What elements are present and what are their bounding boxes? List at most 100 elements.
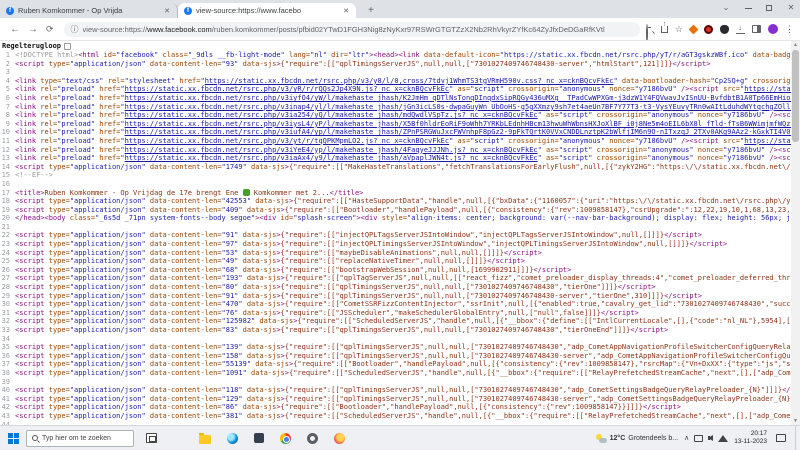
source-link[interactable]: https://static.xx.fbcdn.net/rsrc.php/v3/… — [125, 137, 450, 145]
show-desktop-strip[interactable] — [795, 426, 798, 450]
line-number: 12 — [0, 146, 15, 155]
line-number: 31 — [0, 309, 15, 318]
page-info-icon[interactable]: ⓘ — [71, 24, 79, 35]
vertical-scrollbar[interactable]: ▲ ▼ — [791, 41, 800, 425]
source-link[interactable]: https://static.xx.fbcdn.net/rsrc.php/v3i… — [125, 120, 800, 128]
code-line: 18<script type="application/json" data-c… — [0, 197, 800, 206]
line-number: 7 — [0, 103, 15, 112]
source-link[interactable]: https://static.xx.fbcdn.net/rsrc.php/v3i… — [125, 103, 800, 111]
tab-facebook-post[interactable]: f Ruben Komkommer - Op Vrijda ✕ — [0, 3, 178, 18]
line-number: 37 — [0, 360, 15, 369]
code-line: 4<link type="text/css" rel="stylesheet" … — [0, 77, 800, 86]
code-line: 34 — [0, 335, 800, 344]
code-line: 1<!DOCTYPE html><html id="facebook" clas… — [0, 51, 800, 60]
forward-button[interactable]: → — [28, 24, 38, 35]
start-button[interactable] — [0, 433, 26, 444]
line-number: 39 — [0, 378, 15, 387]
downloads-icon[interactable]: ↓ — [736, 25, 745, 34]
page-content: Regelterugloop 1<!DOCTYPE html><html id=… — [0, 40, 800, 425]
line-number: 25 — [0, 257, 15, 266]
tray-expand-chevron-icon[interactable]: ∧ — [684, 434, 689, 442]
share-icon[interactable] — [661, 26, 668, 33]
zoom-indicator-icon[interactable] — [646, 25, 654, 33]
code-line: 14<script type="application/json" data-c… — [0, 163, 800, 172]
reload-button[interactable]: ⟳ — [46, 24, 54, 35]
line-number: 26 — [0, 266, 15, 275]
source-link[interactable]: https://static.xx.fbcdn.net/rsrc.php/v3i… — [125, 94, 800, 102]
line-number: 27 — [0, 274, 15, 283]
source-link[interactable]: https://static.xx.fbcdn.net/rsrc.php/v3i… — [125, 111, 538, 119]
code-line: 38<script type="application/json" data-c… — [0, 369, 800, 378]
line-wrap-checkbox[interactable] — [64, 43, 71, 50]
new-tab-button[interactable]: + — [364, 4, 378, 18]
bookmark-star-icon[interactable]: ☆ — [675, 25, 683, 34]
code-line: 24<script type="application/json" data-c… — [0, 249, 800, 258]
code-line: 41<script type="application/json" data-c… — [0, 395, 800, 404]
chrome-icon[interactable] — [280, 433, 291, 444]
weather-condition: Grotendeels b... — [628, 435, 678, 442]
scrollbar-thumb[interactable] — [792, 50, 799, 142]
line-number: 18 — [0, 197, 15, 206]
edge-browser-icon[interactable] — [227, 433, 238, 444]
minimize-button[interactable] — [745, 8, 752, 9]
code-line: 23<script type="application/json" data-c… — [0, 240, 800, 249]
dark-app-icon[interactable] — [254, 433, 264, 443]
task-view-icon[interactable] — [146, 433, 157, 443]
scroll-down-arrow-icon[interactable]: ▼ — [791, 417, 800, 425]
line-number: 14 — [0, 163, 15, 172]
url-text: view-source:https://www.facebook.com/rub… — [83, 25, 605, 34]
line-number: 22 — [0, 231, 15, 240]
code-line: 40<script type="application/json" data-c… — [0, 386, 800, 395]
source-link[interactable]: https://static.xx.fbcdn.net/rsrc.php/v3/… — [205, 77, 614, 85]
menu-kebab-icon[interactable]: ⋮ — [785, 24, 794, 35]
network-tray-icon[interactable] — [718, 435, 728, 442]
code-line: 5<link rel="preload" href="https://stati… — [0, 85, 800, 94]
source-link[interactable]: https://static.xx.fbcdn.net/rsrc.php/v3/… — [125, 85, 450, 93]
toolbar-icons: ☆ ↓ ⋮ — [646, 24, 794, 35]
tab-search-chevron-icon[interactable]: ⌄ — [721, 0, 731, 16]
code-line: 29<script type="application/json" data-c… — [0, 292, 800, 301]
tab-close-icon[interactable]: ✕ — [342, 7, 350, 15]
back-button[interactable]: ← — [10, 24, 20, 35]
file-explorer-icon[interactable] — [199, 435, 211, 444]
line-number: 21 — [0, 223, 15, 232]
line-number: 34 — [0, 335, 15, 344]
extension-red-circle-icon[interactable] — [704, 25, 713, 34]
maximize-button[interactable] — [766, 5, 772, 11]
code-line: 12<link rel="preload" href="https://stat… — [0, 146, 800, 155]
taskbar-clock[interactable]: 20:17 13-11-2023 — [734, 430, 767, 446]
code-line: 36<script type="application/json" data-c… — [0, 352, 800, 361]
plant-app-icon[interactable] — [173, 433, 183, 444]
source-link[interactable]: https://static.xx.fbcdn.net/rsrc.php/v3i… — [125, 146, 538, 154]
code-line: 28<script type="application/json" data-c… — [0, 283, 800, 292]
search-placeholder: Typ hier om te zoeken — [42, 435, 111, 442]
settings-gear-icon[interactable] — [307, 433, 318, 444]
tab-strip: f Ruben Komkommer - Op Vrijda ✕ f view-s… — [0, 0, 800, 18]
close-button[interactable]: ✕ — [786, 0, 796, 16]
notification-center-icon[interactable] — [776, 434, 786, 442]
scroll-up-arrow-icon[interactable]: ▲ — [791, 41, 800, 49]
extension-dark-icon[interactable] — [720, 25, 729, 34]
display-tray-icon[interactable] — [694, 435, 703, 442]
speaker-tray-icon[interactable] — [708, 435, 713, 441]
tab-close-icon[interactable]: ✕ — [163, 7, 171, 15]
code-line: 42<script type="application/json" data-c… — [0, 403, 800, 412]
code-line: 37<script type="application/json" data-c… — [0, 360, 800, 369]
taskbar-search[interactable]: Typ hier om te zoeken — [26, 430, 134, 447]
facebook-favicon-icon: f — [184, 7, 192, 15]
address-bar[interactable]: ⓘ view-source:https://www.facebook.com/r… — [64, 22, 640, 37]
source-link[interactable]: https://static.xx.fbcdn.net/rsrc.php/v3i… — [125, 154, 538, 162]
line-number: 30 — [0, 300, 15, 309]
code-line: 22<script type="application/json" data-c… — [0, 231, 800, 240]
profile-avatar[interactable] — [768, 24, 778, 34]
source-link[interactable]: https://static.xx.fbcdn.net/rsrc.php/v3i… — [125, 128, 800, 136]
extension-diamond-icon[interactable] — [689, 24, 699, 34]
line-number: 15 — [0, 171, 15, 180]
tab-view-source[interactable]: f view-source:https://www.facebo ✕ — [178, 3, 356, 18]
line-number: 3 — [0, 68, 15, 77]
code-line: 8<link rel="preload" href="https://stati… — [0, 111, 800, 120]
code-line: 2<script type="application/json" data-co… — [0, 60, 800, 69]
side-panel-icon[interactable] — [752, 25, 761, 33]
weather-widget[interactable]: 12°C Grotendeels b... — [596, 434, 678, 443]
firefox-browser-icon[interactable] — [334, 433, 345, 444]
